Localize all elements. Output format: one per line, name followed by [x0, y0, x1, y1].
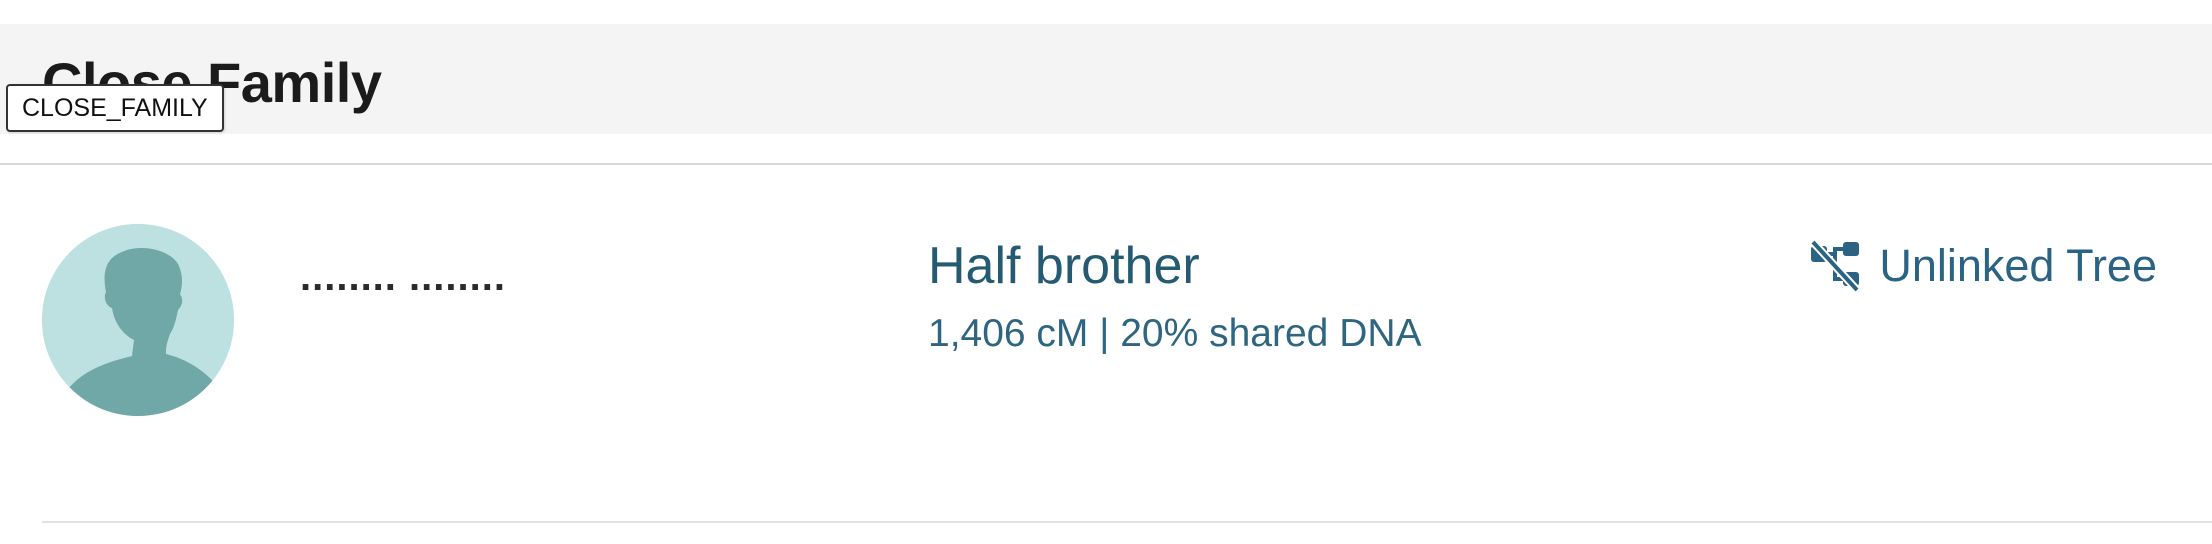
tree-status-label: Unlinked Tree — [1879, 240, 2157, 291]
dna-match-page: Close Family CLOSE_FAMILY ........ .....… — [0, 0, 2212, 544]
match-name[interactable]: ........ ........ — [300, 255, 506, 299]
section-debug-tag: CLOSE_FAMILY — [6, 84, 224, 132]
person-silhouette-icon — [42, 224, 234, 416]
section-divider — [0, 163, 2212, 165]
unlinked-tree-link[interactable]: Unlinked Tree — [1809, 238, 2157, 294]
unlinked-tree-icon — [1810, 240, 1861, 292]
row-divider — [42, 521, 2212, 523]
shared-dna-summary: 1,406 cM | 20% shared DNA — [928, 312, 1422, 355]
avatar[interactable] — [42, 224, 234, 416]
relationship-label[interactable]: Half brother — [928, 234, 1200, 298]
